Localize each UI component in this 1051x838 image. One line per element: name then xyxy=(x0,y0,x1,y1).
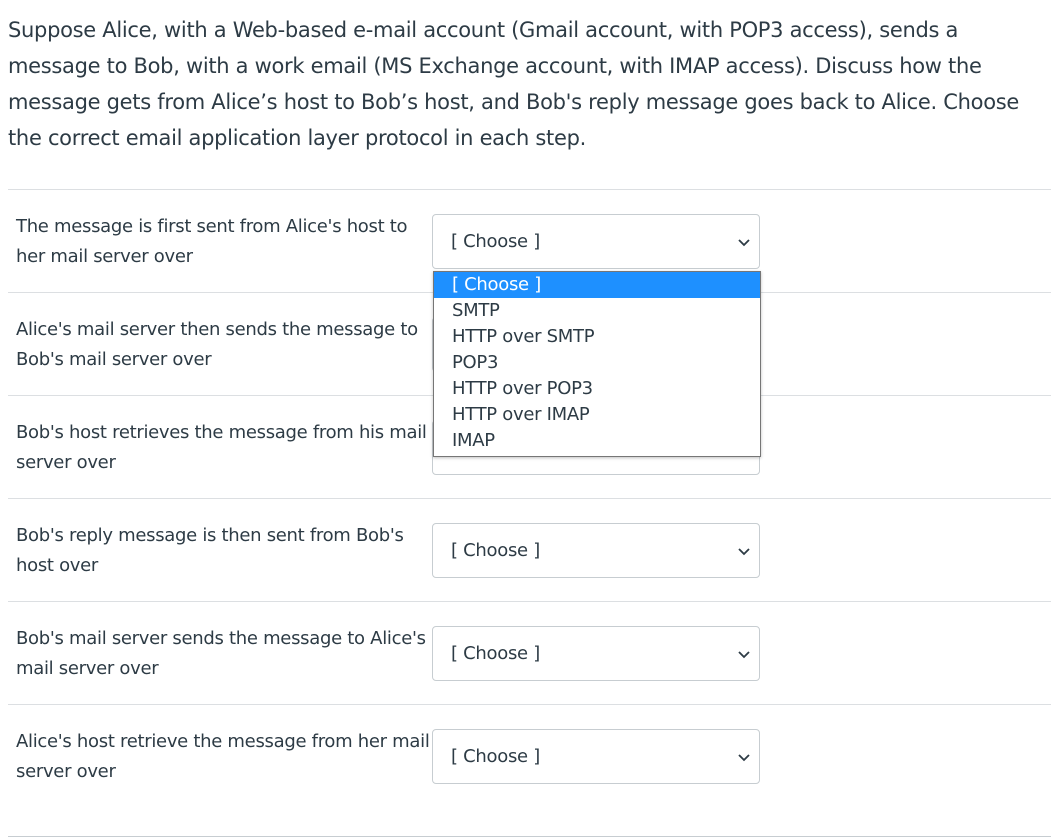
row-5-select-value: [ Choose ] xyxy=(451,643,540,664)
row-4-label: Bob's reply message is then sent from Bo… xyxy=(16,525,404,576)
row-5-select[interactable]: [ Choose ] xyxy=(432,626,760,681)
row-2-label: Alice's mail server then sends the messa… xyxy=(16,319,418,370)
divider xyxy=(8,498,1051,499)
question-text: Suppose Alice, with a Web-based e-mail a… xyxy=(8,18,1020,150)
dropdown-option-smtp[interactable]: SMTP xyxy=(434,298,760,324)
dropdown-option-choose[interactable]: [ Choose ] xyxy=(434,272,760,298)
dropdown-option-http-over-pop3[interactable]: HTTP over POP3 xyxy=(434,376,760,402)
divider xyxy=(8,601,1051,602)
chevron-down-icon xyxy=(738,651,750,659)
chevron-down-icon xyxy=(738,754,750,762)
dropdown-option-http-over-imap[interactable]: HTTP over IMAP xyxy=(434,402,760,428)
row-1-select-value: [ Choose ] xyxy=(451,231,540,252)
row-1-dropdown-list[interactable]: [ Choose ] SMTP HTTP over SMTP POP3 HTTP… xyxy=(433,271,761,457)
dropdown-option-imap[interactable]: IMAP xyxy=(434,428,760,454)
divider xyxy=(8,189,1051,190)
chevron-down-icon xyxy=(738,548,750,556)
dropdown-option-pop3[interactable]: POP3 xyxy=(434,350,760,376)
row-5-label: Bob's mail server sends the message to A… xyxy=(16,628,426,679)
row-4-select[interactable]: [ Choose ] xyxy=(432,523,760,578)
row-6-select[interactable]: [ Choose ] xyxy=(432,729,760,784)
row-3-label: Bob's host retrieves the message from hi… xyxy=(16,422,427,473)
chevron-down-icon xyxy=(738,239,750,247)
row-1-label: The message is first sent from Alice's h… xyxy=(16,216,408,267)
row-1-select[interactable]: [ Choose ] xyxy=(432,214,760,269)
divider xyxy=(8,704,1051,705)
divider xyxy=(8,836,1051,837)
row-6-label: Alice's host retrieve the message from h… xyxy=(16,731,430,782)
dropdown-option-http-over-smtp[interactable]: HTTP over SMTP xyxy=(434,324,760,350)
row-4-select-value: [ Choose ] xyxy=(451,540,540,561)
row-6-select-value: [ Choose ] xyxy=(451,746,540,767)
